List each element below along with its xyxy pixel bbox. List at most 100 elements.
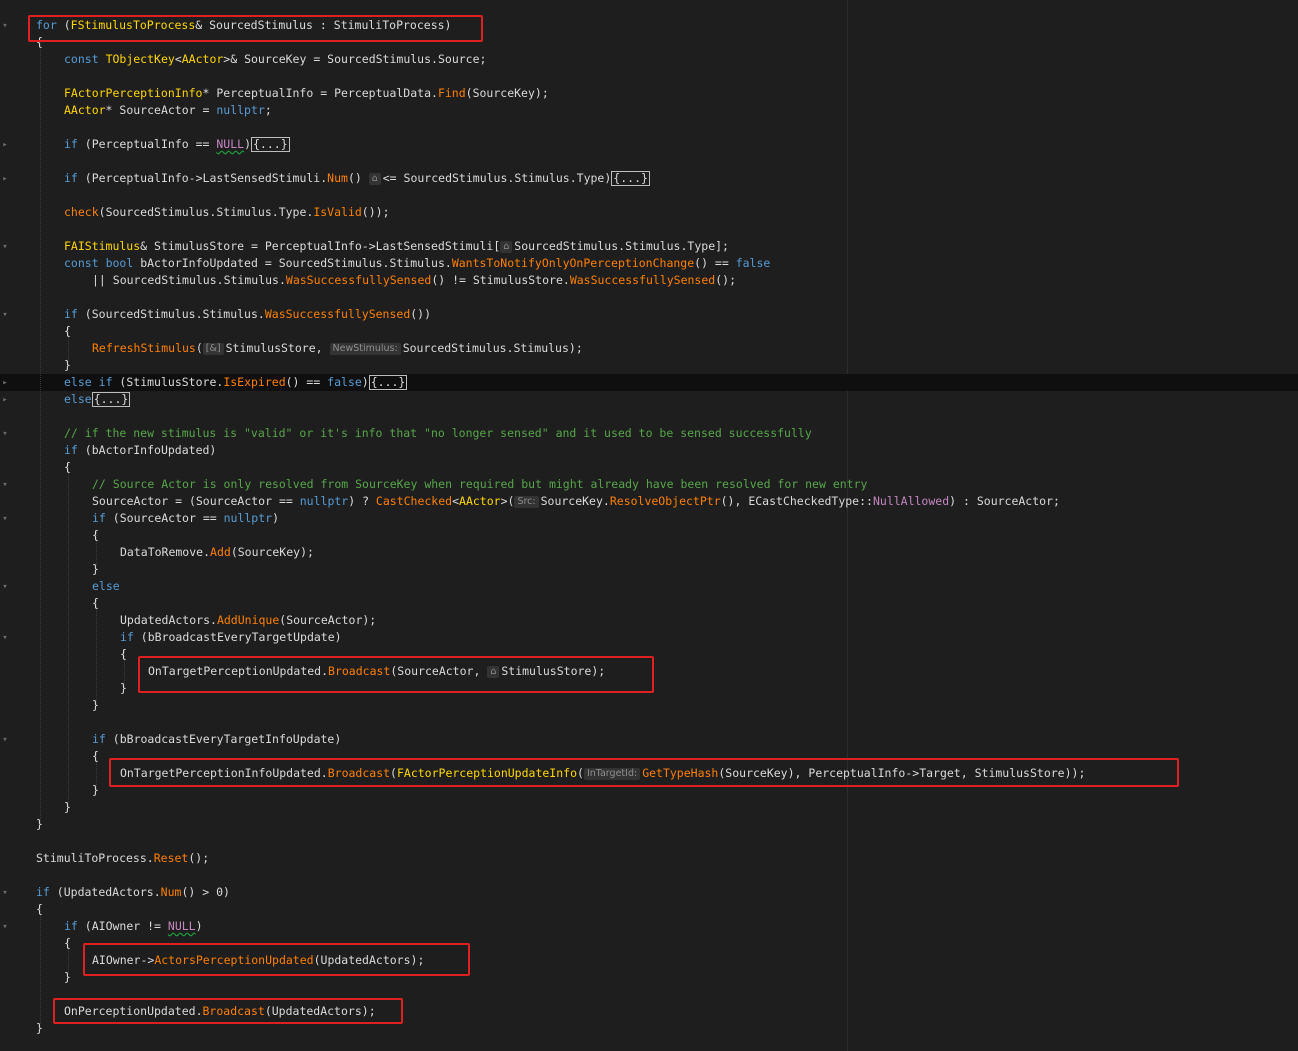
fold-toggle-icon[interactable]: ▾ xyxy=(1,243,9,252)
collapsed-block-button[interactable]: {...} xyxy=(611,171,650,186)
code-line: if (bBroadcastEveryTargetInfoUpdate) xyxy=(92,731,341,748)
punct: . xyxy=(602,494,610,508)
member: LastSensedStimuli xyxy=(202,171,321,185)
fold-toggle-icon[interactable]: ▾ xyxy=(1,22,9,31)
fold-toggle-icon[interactable]: ▾ xyxy=(1,923,9,932)
punct: || xyxy=(92,273,113,287)
type-name: FActorPerceptionInfo xyxy=(64,86,203,100)
annotation-box-target-perception-updated xyxy=(138,656,654,693)
code-line: // Source Actor is only resolved from So… xyxy=(92,476,867,493)
punct: () == xyxy=(694,256,736,270)
punct: () > xyxy=(181,885,217,899)
fold-toggle-icon[interactable]: ▾ xyxy=(1,515,9,524)
function-name: ResolveObjectPtr xyxy=(609,494,721,508)
punct: . xyxy=(506,341,514,355)
fold-toggle-icon[interactable]: ▾ xyxy=(1,583,9,592)
code-line: if (bActorInfoUpdated) xyxy=(64,442,216,459)
variable: SourceActor xyxy=(286,613,363,627)
fold-toggle-icon[interactable]: ▾ xyxy=(1,889,9,898)
code-line: if (AIOwner != NULL) xyxy=(64,918,203,935)
indent-guide xyxy=(40,906,41,1024)
brace: } xyxy=(92,698,99,712)
column-guide xyxy=(847,0,848,1051)
type-name: AActor xyxy=(459,494,501,508)
keyword: else xyxy=(64,392,92,406)
fold-toggle-icon[interactable]: ▸ xyxy=(1,141,9,150)
code-line: const bool bActorInfoUpdated = SourcedSt… xyxy=(64,255,770,272)
brace: { xyxy=(92,528,99,542)
variable: StimulusStore xyxy=(126,375,217,389)
function-name: IsValid xyxy=(313,205,362,219)
brace: } xyxy=(120,681,127,695)
fold-toggle-icon[interactable]: ▾ xyxy=(1,634,9,643)
annotation-box-actors-perception-updated xyxy=(83,943,470,976)
punct: != xyxy=(140,919,168,933)
keyword: bool xyxy=(105,256,134,270)
keyword: if xyxy=(92,511,106,525)
variable: SourceKey xyxy=(472,86,535,100)
punct: < xyxy=(452,494,460,508)
punct: (); xyxy=(188,851,210,865)
punct: <= xyxy=(382,171,404,185)
inlay-hint: Src: xyxy=(514,496,539,508)
brace: { xyxy=(36,902,43,916)
punct: < xyxy=(174,52,182,66)
punct: . xyxy=(271,205,279,219)
code-line: } xyxy=(64,357,71,374)
annotation-box-for-loop xyxy=(28,15,483,42)
fold-toggle-icon[interactable]: ▸ xyxy=(1,175,9,184)
code-editor[interactable]: ▾ ▸ ▸ ▾ ▾ ▸ ▸ ▾ ▾ ▾ ▾ ▾ ▾ ▾ ▾ for (FStim… xyxy=(0,0,1298,1051)
type-name: AActor xyxy=(181,52,224,66)
fold-toggle-icon[interactable]: ▾ xyxy=(1,736,9,745)
code-line: UpdatedActors.AddUnique(SourceActor); xyxy=(120,612,376,629)
code-line: FAIStimulus& StimulusStore = PerceptualI… xyxy=(64,238,729,255)
inlay-hint-icon: ⌂ xyxy=(368,173,381,185)
fold-toggle-icon[interactable]: ▾ xyxy=(1,311,9,320)
member: Source xyxy=(437,52,480,66)
code-line: DataToRemove.Add(SourceKey); xyxy=(120,544,314,561)
variable: SourcedStimulus xyxy=(514,239,619,253)
function-name: Find xyxy=(437,86,466,100)
code-line: } xyxy=(64,969,71,986)
function-name: IsExpired xyxy=(223,375,286,389)
punct: == xyxy=(195,511,224,525)
punct: (); xyxy=(715,273,736,287)
member: PerceptualData xyxy=(334,86,431,100)
keyword: nullptr xyxy=(299,494,349,508)
variable: PerceptualInfo xyxy=(264,239,362,253)
code-line: const TObjectKey<AActor>& SourceKey = So… xyxy=(64,51,486,68)
indent-guide xyxy=(40,40,41,822)
brace: } xyxy=(92,783,99,797)
fold-toggle-icon[interactable]: ▾ xyxy=(1,481,9,490)
punct: * xyxy=(202,86,217,100)
variable: SourcedStimulus xyxy=(402,341,507,355)
code-line: { xyxy=(64,459,71,476)
keyword: if xyxy=(64,137,78,151)
fold-toggle-icon[interactable]: ▾ xyxy=(1,430,9,439)
code-line: StimuliToProcess.Reset(); xyxy=(36,850,209,867)
collapsed-block-button[interactable]: {...} xyxy=(91,392,131,407)
function-name: WantsToNotifyOnlyOnPerceptionChange xyxy=(451,256,695,270)
code-line: } xyxy=(64,799,71,816)
keyword: else xyxy=(64,375,92,389)
collapsed-block-button[interactable]: {...} xyxy=(251,137,290,152)
function-name: check xyxy=(64,205,99,219)
member: Stimulus xyxy=(514,171,570,185)
variable: StimulusStore xyxy=(472,273,563,287)
inlay-hint-icon: ⌂ xyxy=(500,241,513,253)
inlay-hint: [&] xyxy=(202,343,224,355)
fold-toggle-icon[interactable]: ▸ xyxy=(1,379,9,388)
variable: PerceptualInfo xyxy=(91,171,189,185)
punct: . xyxy=(210,613,217,627)
member: bBroadcastEveryTargetUpdate xyxy=(147,630,335,644)
code-line: } xyxy=(92,782,99,799)
fold-toggle-icon[interactable]: ▸ xyxy=(1,396,9,405)
punct: ( xyxy=(105,732,120,746)
punct: ( xyxy=(133,630,148,644)
function-name: Num xyxy=(327,171,348,185)
variable: SourceActor xyxy=(119,511,196,525)
code-line: } xyxy=(92,697,99,714)
punct: == xyxy=(272,494,300,508)
punct: = xyxy=(306,52,328,66)
collapsed-block-button[interactable]: {...} xyxy=(368,375,408,390)
